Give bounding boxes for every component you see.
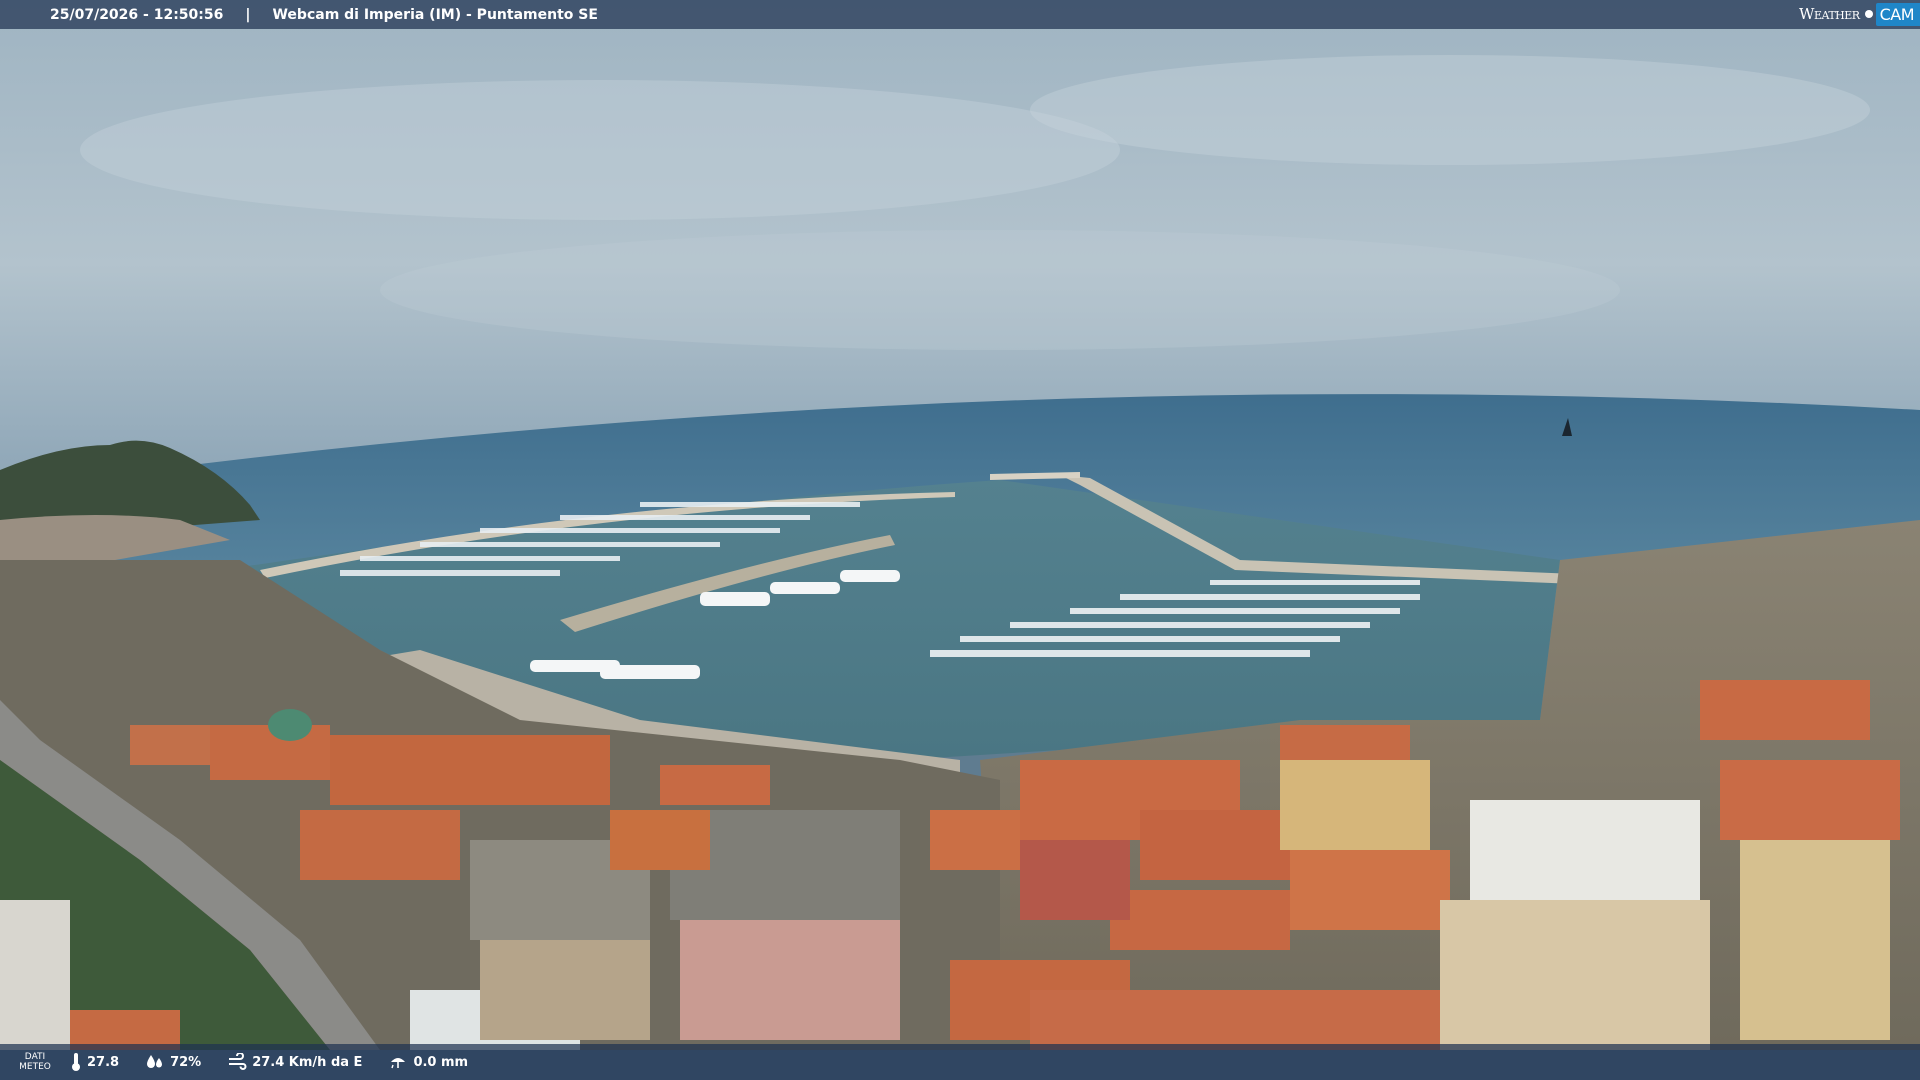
brand-cam: CAM <box>1875 2 1920 26</box>
weather-label-line2: METEO <box>19 1062 51 1072</box>
rain-value: 0.0 mm <box>413 1054 469 1070</box>
green-dome <box>268 709 312 741</box>
wind-value: 27.4 Km/h da E <box>252 1054 363 1070</box>
wind-reading: 27.4 Km/h da E <box>227 1053 362 1071</box>
weathercam-logo: Weather CAM <box>1799 2 1920 26</box>
top-overlay-bar: 25/07/2026 - 12:50:56 | Webcam di Imperi… <box>0 0 1920 29</box>
temperature-reading: 27.8 <box>70 1052 119 1072</box>
weather-data-bar: DATI METEO 27.8 72% 27.4 Km/h da E 0.0 m… <box>0 1044 1920 1080</box>
webcam-scene <box>0 0 1920 1050</box>
rain-icon <box>391 1058 406 1069</box>
humidity-value: 72% <box>170 1054 202 1070</box>
cloud <box>1030 55 1870 165</box>
cloud <box>80 80 1120 220</box>
weather-label: DATI METEO <box>0 1052 70 1072</box>
weather-label-line1: DATI <box>24 1052 46 1062</box>
camera-title: Webcam di Imperia (IM) - Puntamento SE <box>272 6 598 23</box>
humidity-drops-icon <box>147 1055 163 1068</box>
cloud <box>380 230 1620 350</box>
thermometer-icon <box>72 1053 80 1071</box>
brand-dot-icon <box>1864 10 1873 18</box>
humidity-reading: 72% <box>145 1053 201 1071</box>
brand-word: Weather <box>1799 5 1860 23</box>
rain-reading: 0.0 mm <box>388 1053 468 1071</box>
timestamp: 25/07/2026 - 12:50:56 <box>50 6 224 23</box>
wind-icon <box>229 1053 247 1070</box>
temperature-value: 27.8 <box>87 1054 120 1070</box>
title-separator: | <box>245 6 251 23</box>
